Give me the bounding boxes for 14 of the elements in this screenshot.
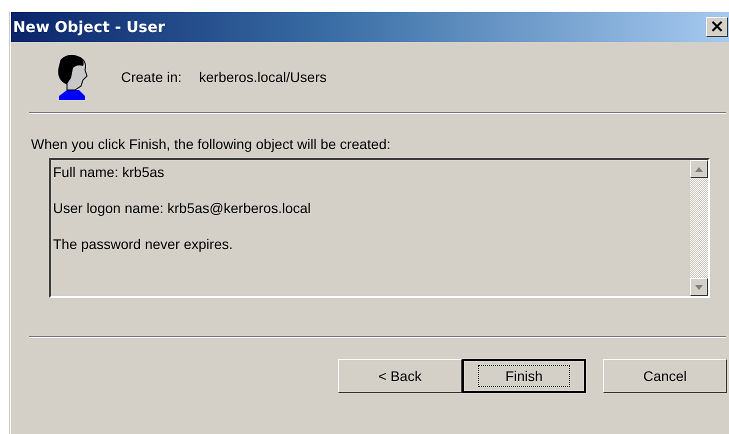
dialog-button[interactable]: Finish (462, 359, 586, 393)
intro-text: When you click Finish, the following object will be created: (31, 136, 392, 152)
dialog-button[interactable]: < Back (338, 359, 462, 393)
window-title: New Object - User (13, 18, 166, 36)
close-button[interactable]: × (706, 17, 728, 37)
dialog-button[interactable]: Cancel (603, 359, 727, 393)
create-in-label: Create in: (121, 69, 183, 85)
up-arrow-icon[interactable] (695, 166, 703, 172)
down-arrow-icon[interactable] (695, 284, 703, 290)
summary-line: User logon name: krb5as@kerberos.local (53, 199, 312, 217)
summary-line: Full name: krb5as (53, 163, 166, 181)
summary-line: The password never expires. (53, 235, 234, 253)
container-path: kerberos.local/Users (199, 69, 327, 85)
scrollbar[interactable] (690, 160, 708, 296)
